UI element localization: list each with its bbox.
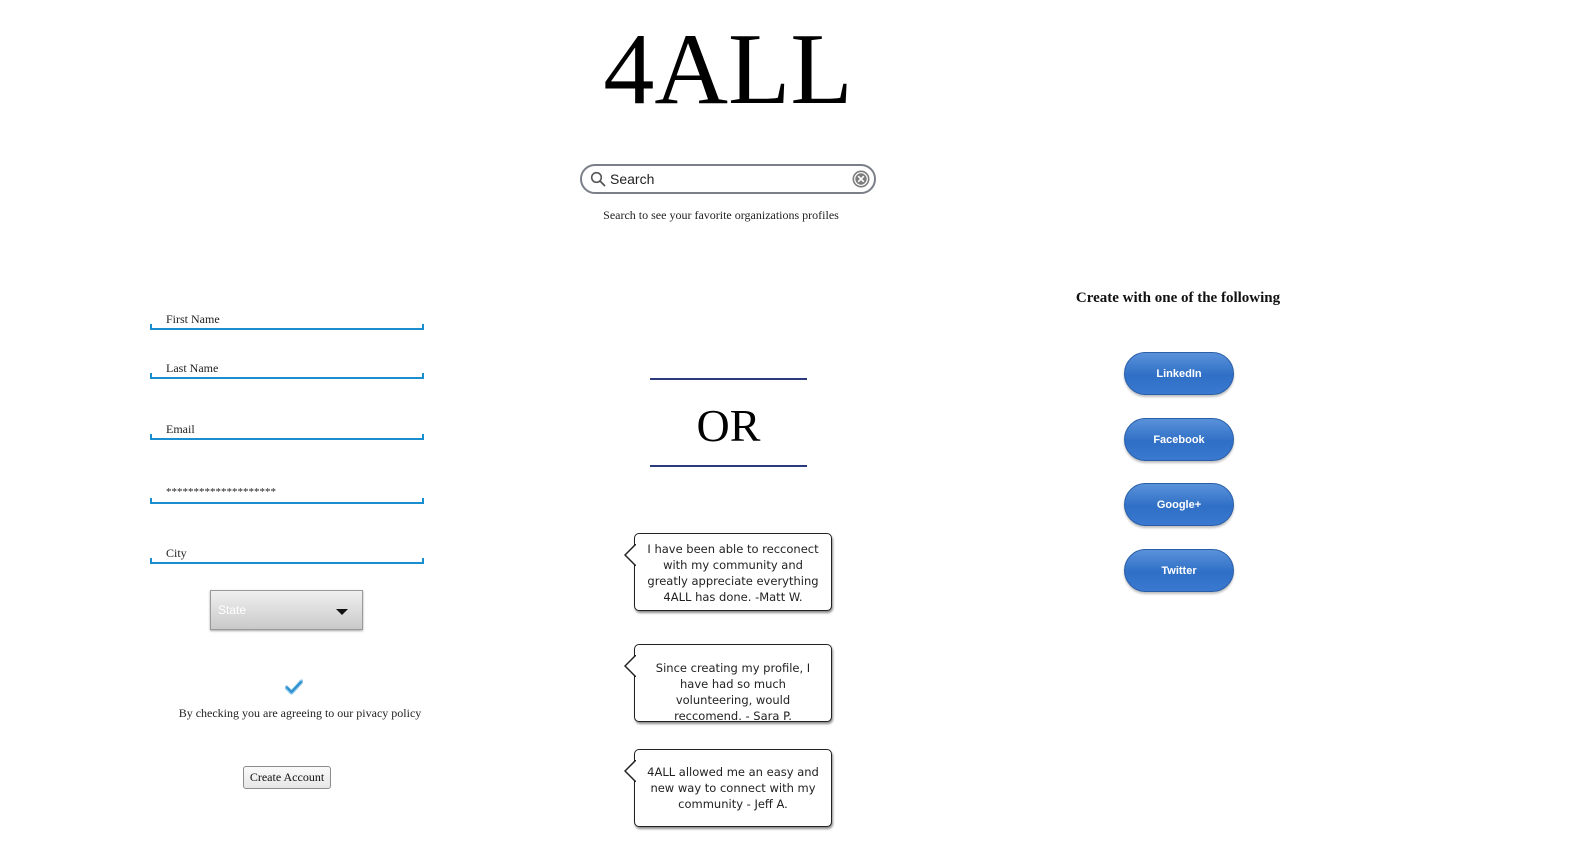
field-underline — [150, 328, 424, 330]
field-tick — [150, 558, 152, 564]
state-select[interactable]: State — [210, 590, 363, 630]
field-tick — [422, 434, 424, 440]
email-field[interactable]: Email — [150, 422, 424, 440]
twitter-button[interactable]: Twitter — [1124, 549, 1234, 592]
speech-tail-icon — [624, 544, 636, 566]
field-tick — [150, 373, 152, 379]
social-heading: Create with one of the following — [1075, 290, 1281, 306]
last-name-label: Last Name — [166, 361, 219, 375]
first-name-label: First Name — [166, 312, 220, 326]
clear-icon[interactable] — [852, 170, 870, 188]
site-logo: 4ALL — [603, 13, 853, 126]
city-field[interactable]: City — [150, 546, 424, 564]
field-tick — [422, 558, 424, 564]
search-icon — [590, 171, 606, 187]
field-tick — [150, 324, 152, 330]
testimonial-bubble: 4ALL allowed me an easy and new way to c… — [624, 749, 832, 827]
privacy-policy-text: By checking you are agreeing to our piva… — [178, 706, 422, 720]
google-plus-button[interactable]: Google+ — [1124, 483, 1234, 526]
city-label: City — [166, 546, 187, 560]
create-account-button[interactable]: Create Account — [243, 766, 331, 789]
first-name-field[interactable]: First Name — [150, 312, 424, 330]
password-mask: ******************** — [166, 486, 276, 498]
last-name-field[interactable]: Last Name — [150, 361, 424, 379]
testimonial-bubble: Since creating my profile, I have had so… — [624, 644, 832, 723]
testimonial-text: Since creating my profile, I have had so… — [655, 661, 811, 723]
email-label: Email — [166, 422, 195, 436]
privacy-checkbox[interactable] — [285, 679, 303, 695]
field-tick — [422, 324, 424, 330]
field-underline — [150, 502, 424, 504]
field-underline — [150, 562, 424, 564]
testimonial-text: 4ALL allowed me an easy and new way to c… — [647, 765, 819, 811]
or-divider-top — [650, 378, 807, 380]
facebook-button[interactable]: Facebook — [1124, 418, 1234, 461]
field-tick — [422, 498, 424, 504]
or-divider-bottom — [650, 465, 807, 467]
speech-tail-icon — [624, 655, 636, 677]
testimonial-bubble: I have been able to recconect with my co… — [624, 533, 832, 611]
or-label: OR — [696, 400, 761, 451]
testimonial-text: I have been able to recconect with my co… — [647, 542, 819, 604]
linkedin-button[interactable]: LinkedIn — [1124, 352, 1234, 395]
field-tick — [150, 498, 152, 504]
field-underline — [150, 377, 424, 379]
field-tick — [150, 434, 152, 440]
chevron-down-icon — [336, 609, 348, 615]
state-select-value: State — [218, 603, 247, 617]
field-underline — [150, 438, 424, 440]
password-field[interactable]: ******************** — [150, 486, 424, 504]
field-tick — [422, 373, 424, 379]
search-bar[interactable] — [580, 164, 876, 194]
search-helper-text: Search to see your favorite organization… — [603, 208, 839, 222]
search-input[interactable] — [610, 168, 845, 190]
speech-tail-icon — [624, 760, 636, 782]
